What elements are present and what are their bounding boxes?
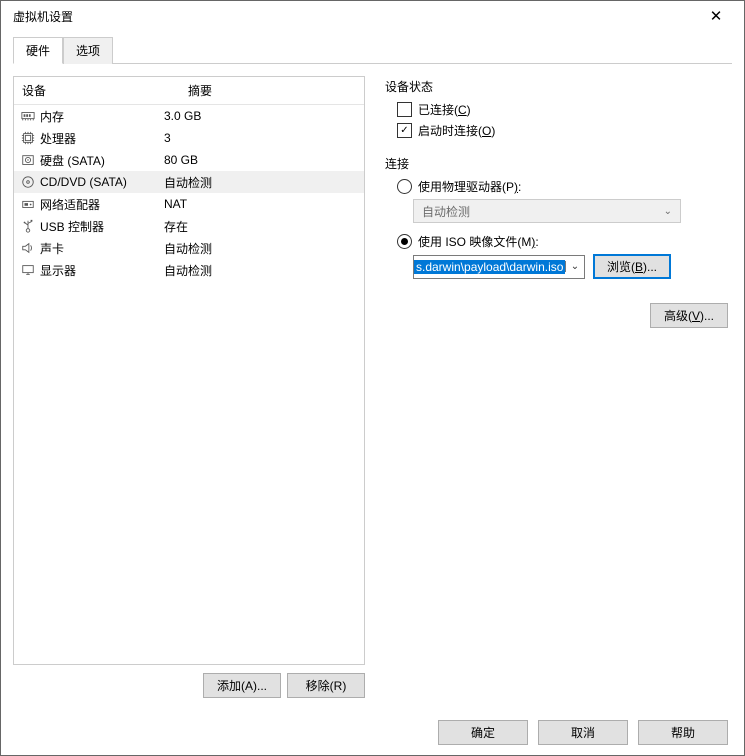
use-physical-radio-row[interactable]: 使用物理驱动器(P): bbox=[397, 178, 728, 195]
table-row[interactable]: 显示器 自动检测 bbox=[14, 259, 364, 281]
iso-path-input[interactable]: s.darwin\payload\darwin.iso ⌄ bbox=[413, 255, 585, 279]
table-row[interactable]: 硬盘 (SATA) 80 GB bbox=[14, 149, 364, 171]
remove-button-label: 移除(R) bbox=[306, 679, 347, 693]
iso-path-value: s.darwin\payload\darwin.iso bbox=[414, 260, 565, 274]
ok-button-label: 确定 bbox=[471, 726, 495, 740]
close-button[interactable]: ✕ bbox=[696, 1, 736, 31]
table-row[interactable]: 内存 3.0 GB bbox=[14, 105, 364, 127]
tabs: 硬件 选项 bbox=[1, 31, 744, 64]
header-summary: 摘要 bbox=[180, 77, 364, 104]
physical-drive-dropdown: 自动检测 ⌄ bbox=[413, 199, 681, 223]
browse-button[interactable]: 浏览(B)... bbox=[593, 254, 671, 279]
window-title: 虚拟机设置 bbox=[9, 8, 73, 25]
ok-button[interactable]: 确定 bbox=[438, 720, 528, 745]
table-row[interactable]: USB 控制器 存在 bbox=[14, 215, 364, 237]
connect-on-power-label: 启动时连接(O) bbox=[418, 122, 495, 139]
cancel-button[interactable]: 取消 bbox=[538, 720, 628, 745]
device-summary: 自动检测 bbox=[164, 240, 358, 257]
remove-button[interactable]: 移除(R) bbox=[287, 673, 365, 698]
advanced-button[interactable]: 高级(V)... bbox=[650, 303, 728, 328]
cancel-button-label: 取消 bbox=[571, 726, 595, 740]
connect-on-power-checkbox-row[interactable]: ✓ 启动时连接(O) bbox=[397, 122, 728, 139]
device-summary: NAT bbox=[164, 197, 358, 211]
tab-options-label: 选项 bbox=[76, 44, 100, 58]
checkbox-checked-icon: ✓ bbox=[397, 123, 412, 138]
device-name: 内存 bbox=[40, 108, 64, 125]
table-header: 设备 摘要 bbox=[14, 77, 364, 105]
sound-icon bbox=[20, 240, 36, 256]
tab-hardware[interactable]: 硬件 bbox=[13, 37, 63, 64]
right-column: 设备状态 已连接(C) ✓ 启动时连接(O) 连接 使用物理驱动器(P): 自动… bbox=[381, 76, 732, 698]
device-summary: 80 GB bbox=[164, 153, 358, 167]
left-buttons: 添加(A)... 移除(R) bbox=[13, 673, 365, 698]
table-row[interactable]: CD/DVD (SATA) 自动检测 bbox=[14, 171, 364, 193]
connection-title: 连接 bbox=[385, 155, 728, 172]
footer: 确定 取消 帮助 bbox=[1, 710, 744, 755]
device-status-group: 设备状态 已连接(C) ✓ 启动时连接(O) bbox=[385, 78, 728, 139]
device-name: 显示器 bbox=[40, 262, 76, 279]
content: 设备 摘要 内存 3.0 GB 处理器 3 硬盘 (SATA) 80 GB CD/DVD (… bbox=[1, 64, 744, 710]
radio-off-icon bbox=[397, 179, 412, 194]
browse-button-label: 浏览(B)... bbox=[607, 260, 657, 274]
tab-hardware-label: 硬件 bbox=[26, 44, 50, 58]
tab-options[interactable]: 选项 bbox=[63, 37, 113, 64]
table-rows: 内存 3.0 GB 处理器 3 硬盘 (SATA) 80 GB CD/DVD (SATA) 自… bbox=[14, 105, 364, 664]
help-button-label: 帮助 bbox=[671, 726, 695, 740]
advanced-row: 高级(V)... bbox=[385, 303, 728, 328]
device-status-title: 设备状态 bbox=[385, 78, 728, 95]
device-summary: 自动检测 bbox=[164, 262, 358, 279]
disk-icon bbox=[20, 152, 36, 168]
use-physical-label: 使用物理驱动器(P): bbox=[418, 178, 521, 195]
tab-separator bbox=[113, 37, 732, 64]
device-summary: 3.0 GB bbox=[164, 109, 358, 123]
checkbox-icon bbox=[397, 102, 412, 117]
connection-group: 连接 使用物理驱动器(P): 自动检测 ⌄ 使用 ISO 映像文件(M): s.… bbox=[385, 155, 728, 279]
left-column: 设备 摘要 内存 3.0 GB 处理器 3 硬盘 (SATA) 80 GB CD/DVD (… bbox=[13, 76, 365, 698]
close-icon: ✕ bbox=[710, 7, 723, 25]
chevron-down-icon[interactable]: ⌄ bbox=[565, 261, 584, 272]
display-icon bbox=[20, 262, 36, 278]
use-iso-radio-row[interactable]: 使用 ISO 映像文件(M): bbox=[397, 233, 728, 250]
use-iso-label: 使用 ISO 映像文件(M): bbox=[418, 233, 539, 250]
device-name: 网络适配器 bbox=[40, 196, 100, 213]
radio-on-icon bbox=[397, 234, 412, 249]
add-button-label: 添加(A)... bbox=[217, 679, 267, 693]
device-name: 声卡 bbox=[40, 240, 64, 257]
usb-icon bbox=[20, 218, 36, 234]
device-name: 硬盘 (SATA) bbox=[40, 152, 105, 169]
table-row[interactable]: 处理器 3 bbox=[14, 127, 364, 149]
iso-row: s.darwin\payload\darwin.iso ⌄ 浏览(B)... bbox=[413, 254, 728, 279]
net-icon bbox=[20, 196, 36, 212]
connected-checkbox-row[interactable]: 已连接(C) bbox=[397, 101, 728, 118]
header-device: 设备 bbox=[14, 77, 180, 104]
device-summary: 3 bbox=[164, 131, 358, 145]
device-name: USB 控制器 bbox=[40, 218, 104, 235]
table-row[interactable]: 声卡 自动检测 bbox=[14, 237, 364, 259]
help-button[interactable]: 帮助 bbox=[638, 720, 728, 745]
memory-icon bbox=[20, 108, 36, 124]
vm-settings-dialog: 虚拟机设置 ✕ 硬件 选项 设备 摘要 内存 3.0 GB 处理器 3 硬盘 (SATA… bbox=[0, 0, 745, 756]
device-summary: 存在 bbox=[164, 218, 358, 235]
titlebar: 虚拟机设置 ✕ bbox=[1, 1, 744, 31]
device-name: 处理器 bbox=[40, 130, 76, 147]
chevron-down-icon: ⌄ bbox=[664, 206, 672, 217]
cd-icon bbox=[20, 174, 36, 190]
device-summary: 自动检测 bbox=[164, 174, 358, 191]
dropdown-value: 自动检测 bbox=[422, 203, 470, 220]
device-table: 设备 摘要 内存 3.0 GB 处理器 3 硬盘 (SATA) 80 GB CD/DVD (… bbox=[13, 76, 365, 665]
device-name: CD/DVD (SATA) bbox=[40, 175, 127, 189]
connected-label: 已连接(C) bbox=[418, 101, 471, 118]
advanced-button-label: 高级(V)... bbox=[664, 309, 714, 323]
cpu-icon bbox=[20, 130, 36, 146]
add-button[interactable]: 添加(A)... bbox=[203, 673, 281, 698]
table-row[interactable]: 网络适配器 NAT bbox=[14, 193, 364, 215]
